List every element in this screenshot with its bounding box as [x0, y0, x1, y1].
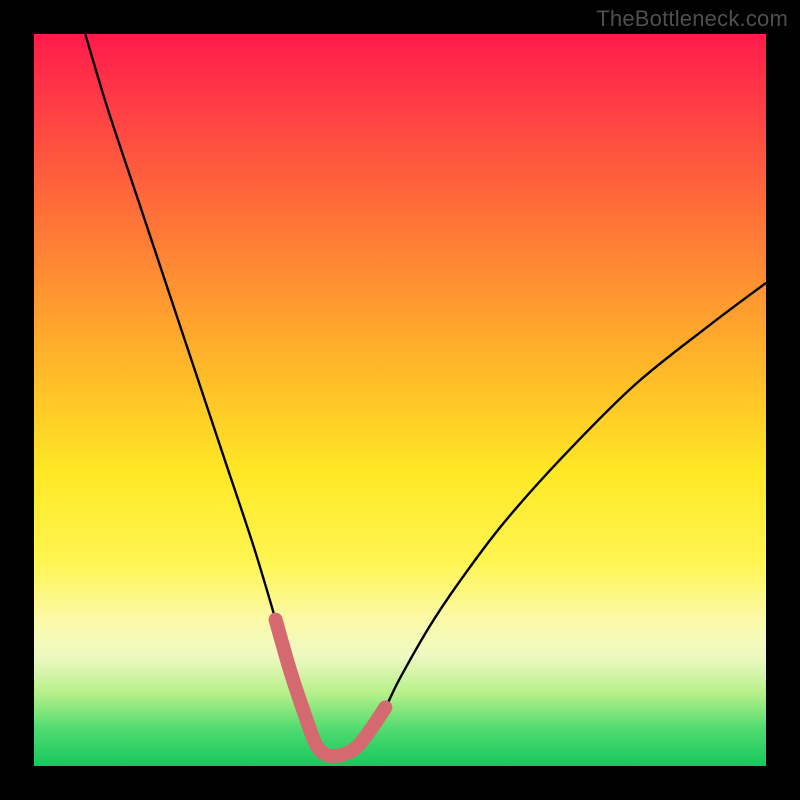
- bottleneck-curve-svg: [34, 34, 766, 766]
- chart-frame: TheBottleneck.com: [0, 0, 800, 800]
- watermark-text: TheBottleneck.com: [596, 6, 788, 32]
- curve-highlight: [276, 620, 386, 757]
- plot-area: [34, 34, 766, 766]
- bottleneck-curve: [85, 34, 766, 756]
